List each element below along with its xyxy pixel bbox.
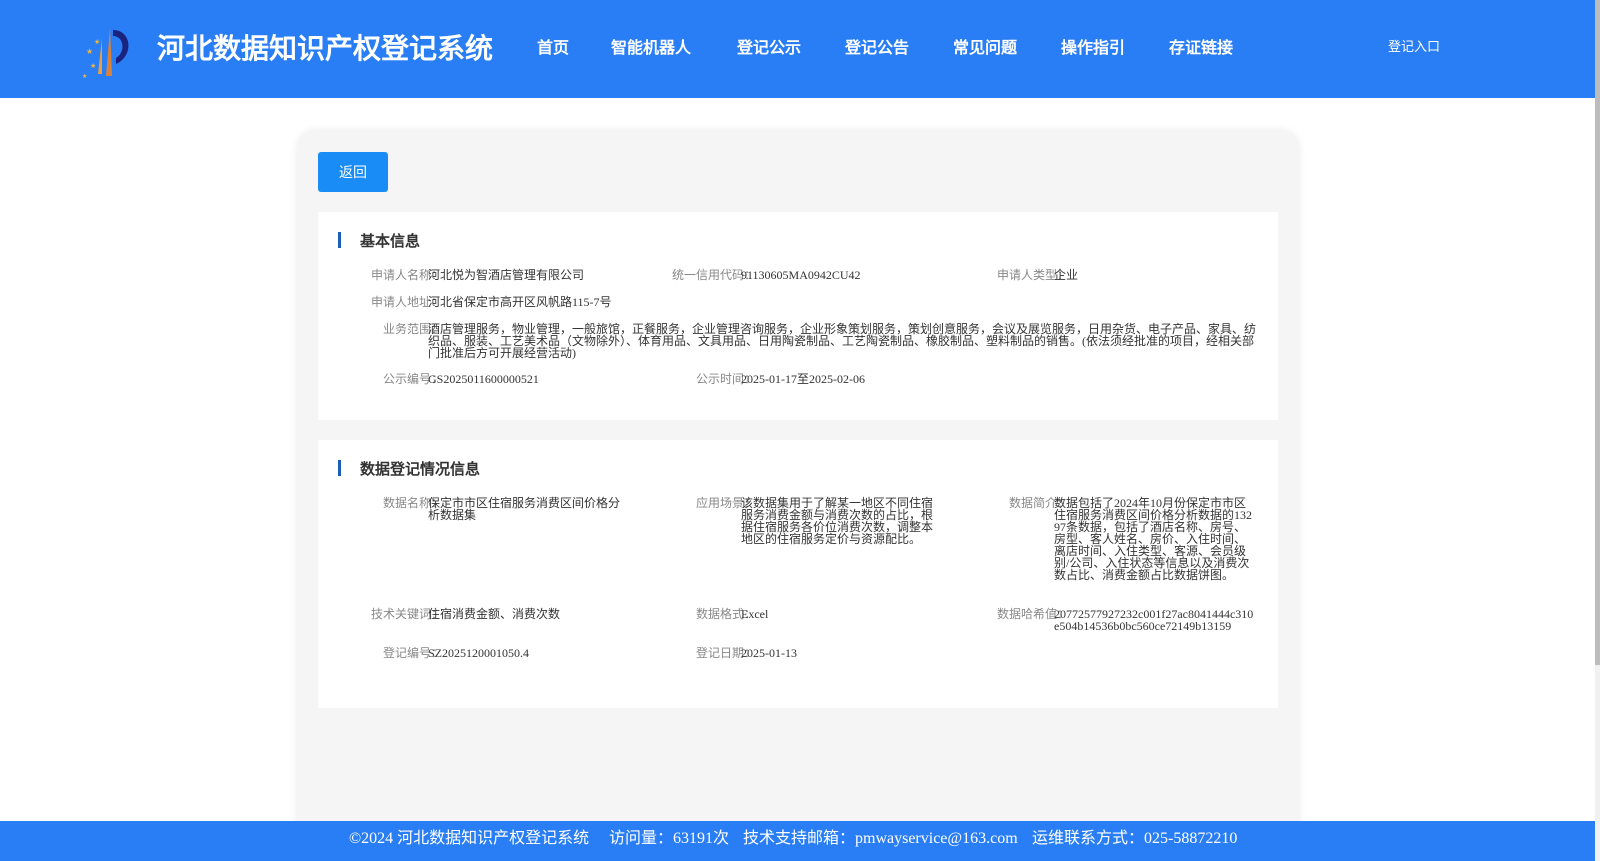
nav-registration-publicity[interactable]: 登记公示 — [737, 34, 801, 62]
login-entry-link[interactable]: 登记入口 — [1388, 38, 1440, 58]
logo-icon: ★ ★ ★ ★ — [82, 28, 129, 80]
back-button[interactable]: 返回 — [318, 152, 388, 192]
registration-date-value: 2025-01-13 — [741, 646, 797, 660]
scenario-value: 该数据集用于了解某一地区不同住宿服务消费金额与消费次数的占比，根据住宿服务各价位… — [741, 496, 934, 546]
footer-copyright: ©2024 河北数据知识产权登记系统 — [349, 830, 590, 847]
nav-faq[interactable]: 常见问题 — [953, 34, 1017, 62]
applicant-name-value: 河北悦为智酒店管理有限公司 — [428, 268, 585, 282]
footer-contact-phone: 运维联系方式：025-58872210 — [1032, 830, 1238, 847]
business-scope-value: 酒店管理服务，物业管理，一般旅馆，正餐服务，企业管理咨询服务，企业形象策划服务，… — [428, 322, 1257, 360]
notice-time-value: 2025-01-17至2025-02-06 — [741, 372, 865, 386]
data-name-value: 保定市市区住宿服务消费区间价格分析数据集 — [428, 496, 621, 522]
svg-text:★: ★ — [90, 62, 96, 70]
svg-text:★: ★ — [86, 47, 93, 56]
tech-keywords-value: 住宿消费金额、消费次数 — [428, 607, 561, 621]
basic-info-panel: 基本信息 申请人名称： 河北悦为智酒店管理有限公司 统一信用代码： 911306… — [318, 212, 1278, 420]
footer-support-email: 技术支持邮箱：pmwayservice@163.com — [743, 830, 1018, 847]
data-format-value: Excel — [741, 607, 769, 621]
svg-text:★: ★ — [82, 73, 87, 80]
footer-bar: ©2024 河北数据知识产权登记系统 访问量：63191次 技术支持邮箱：pmw… — [0, 821, 1595, 861]
svg-text:★: ★ — [94, 38, 100, 46]
applicant-address-value: 河北省保定市高开区风帆路115-7号 — [428, 295, 612, 309]
section-title: 基本信息 — [360, 231, 421, 250]
nav-operation-guide[interactable]: 操作指引 — [1061, 34, 1125, 62]
section-title: 数据登记情况信息 — [360, 459, 481, 478]
system-title: 河北数据知识产权登记系统 — [157, 32, 494, 65]
nav-evidence-link[interactable]: 存证链接 — [1169, 34, 1233, 62]
applicant-type-value: 企业 — [1054, 268, 1079, 282]
section-marker — [338, 232, 341, 248]
credit-code-value: 91130605MA0942CU42 — [741, 268, 861, 282]
basic-info-header: 基本信息 — [338, 230, 420, 250]
data-registration-header: 数据登记情况信息 — [338, 458, 480, 478]
data-hash-value: 20772577927232c001f27ac8041444c310e504b1… — [1054, 607, 1254, 633]
notice-number-value: GS2025011600000521 — [428, 372, 539, 386]
data-summary-value: 数据包括了2024年10月份保定市市区住宿服务消费区间价格分析数据的13297条… — [1054, 496, 1253, 582]
section-marker — [338, 460, 341, 476]
scrollbar-thumb[interactable] — [1595, 0, 1600, 665]
nav-smart-robot[interactable]: 智能机器人 — [611, 34, 691, 62]
data-registration-panel: 数据登记情况信息 数据名称： 保定市市区住宿服务消费区间价格分析数据集 应用场景… — [318, 440, 1278, 708]
registration-number-value: SZ2025120001050.4 — [428, 646, 530, 660]
nav-home[interactable]: 首页 — [537, 34, 569, 62]
nav-registration-announcement[interactable]: 登记公告 — [845, 34, 909, 62]
footer-visit-count: 访问量：63191次 — [609, 830, 730, 847]
